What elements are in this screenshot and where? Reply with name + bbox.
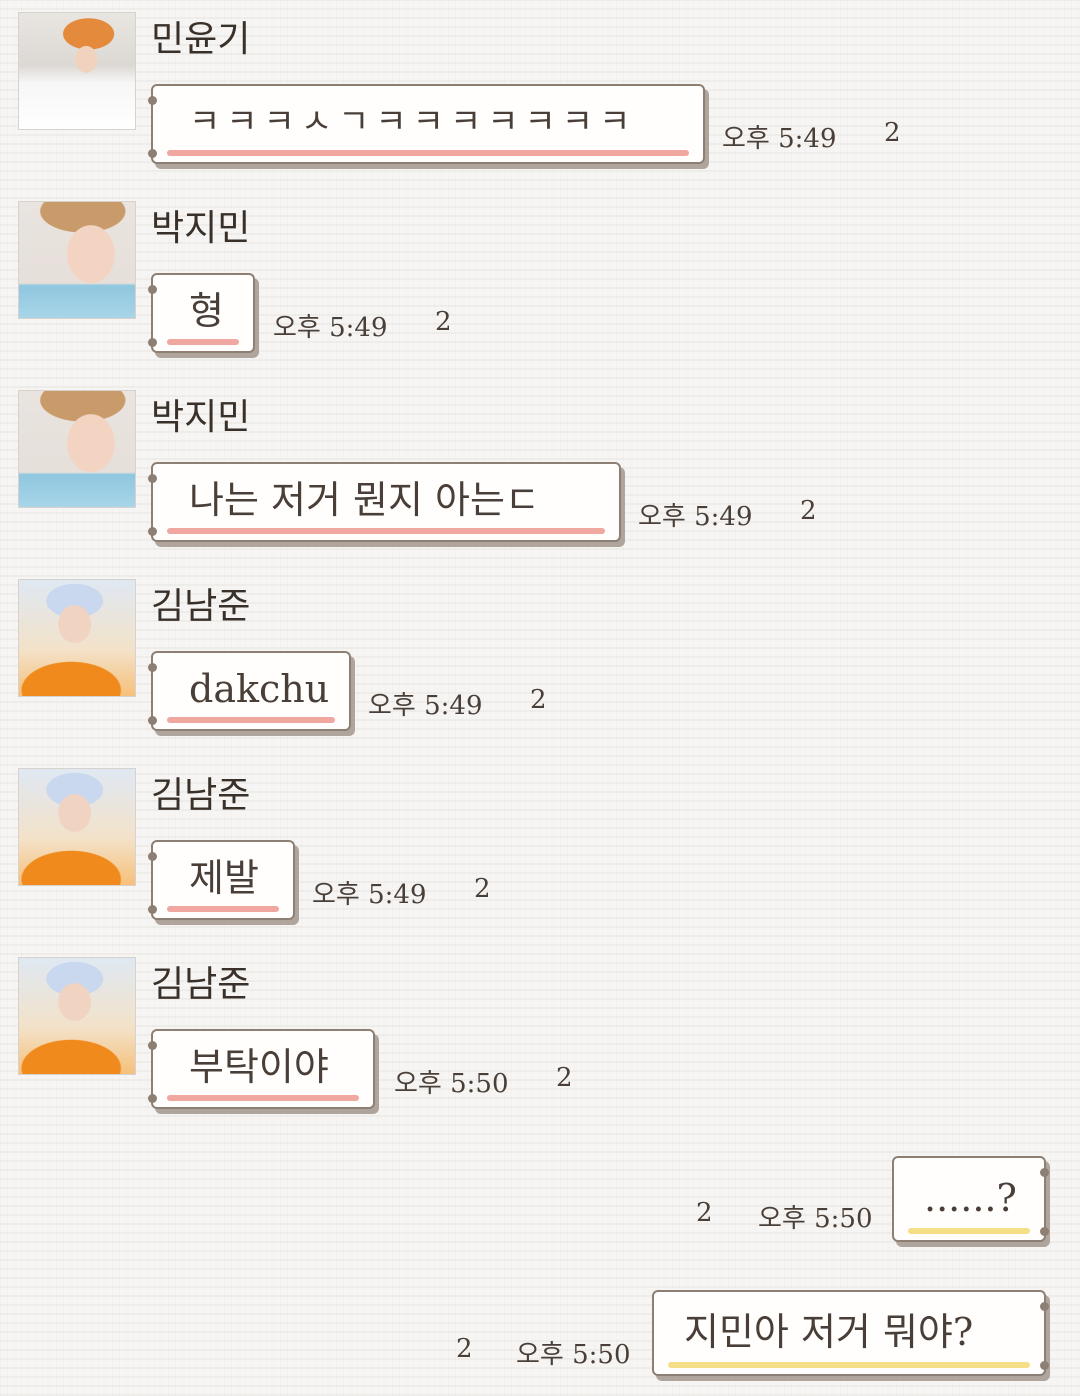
unread-count: 2 — [435, 307, 452, 337]
highlight-underline — [167, 906, 279, 912]
chat-log: 민윤기 ㅋㅋㅋㅅㄱㅋㅋㅋㅋㅋㅋㅋ 오후 5:49 2 박지민 형 오후 5:49… — [0, 0, 1080, 1396]
unread-count: 2 — [456, 1334, 473, 1364]
highlight-underline — [167, 339, 239, 345]
avatar[interactable] — [18, 390, 136, 508]
highlight-underline — [908, 1228, 1030, 1234]
message-row: 박지민 나는 저거 뭔지 아는ㄷ 오후 5:49 2 — [0, 390, 1080, 560]
message-text: ......? — [924, 1176, 1017, 1220]
avatar[interactable] — [18, 12, 136, 130]
sender-name: 박지민 — [151, 208, 251, 249]
message-row: 김남준 제발 오후 5:49 2 — [0, 768, 1080, 938]
outgoing-message-row: 2 오후 5:50 ......? — [0, 1156, 1080, 1256]
message-text: dakchu — [189, 667, 330, 711]
highlight-underline — [167, 1095, 359, 1101]
message-bubble[interactable]: dakchu — [148, 651, 351, 731]
sender-name: 김남준 — [151, 775, 251, 816]
outgoing-message-row: 2 오후 5:50 지민아 저거 뭐야? — [0, 1290, 1080, 1390]
message-time: 오후 5:49 — [273, 313, 388, 343]
message-text: 나는 저거 뭔지 아는ㄷ — [189, 478, 540, 522]
message-time: 오후 5:49 — [368, 691, 483, 721]
message-text: 부탁이야 — [189, 1045, 329, 1089]
message-bubble[interactable]: 형 — [148, 273, 255, 353]
message-text: 형 — [189, 289, 224, 333]
sender-name: 김남준 — [151, 964, 251, 1005]
message-bubble[interactable]: 부탁이야 — [148, 1029, 375, 1109]
unread-count: 2 — [530, 685, 547, 715]
highlight-underline — [167, 528, 605, 534]
message-bubble[interactable]: 제발 — [148, 840, 295, 920]
message-bubble[interactable]: 나는 저거 뭔지 아는ㄷ — [148, 462, 621, 542]
message-text: 제발 — [189, 856, 259, 900]
message-row: 김남준 dakchu 오후 5:49 2 — [0, 579, 1080, 749]
avatar[interactable] — [18, 201, 136, 319]
message-time: 오후 5:49 — [638, 502, 753, 532]
sender-name: 민윤기 — [151, 19, 251, 60]
message-bubble[interactable]: ㅋㅋㅋㅅㄱㅋㅋㅋㅋㅋㅋㅋ — [148, 84, 705, 164]
unread-count: 2 — [474, 874, 491, 904]
message-time: 오후 5:50 — [516, 1340, 631, 1370]
highlight-underline — [167, 717, 335, 723]
avatar[interactable] — [18, 579, 136, 697]
message-text: 지민아 저거 뭐야? — [684, 1310, 974, 1354]
message-time: 오후 5:50 — [758, 1204, 873, 1234]
message-row: 김남준 부탁이야 오후 5:50 2 — [0, 957, 1080, 1127]
message-row: 민윤기 ㅋㅋㅋㅅㄱㅋㅋㅋㅋㅋㅋㅋ 오후 5:49 2 — [0, 12, 1080, 182]
avatar[interactable] — [18, 768, 136, 886]
avatar[interactable] — [18, 957, 136, 1075]
message-time: 오후 5:49 — [312, 880, 427, 910]
unread-count: 2 — [884, 118, 901, 148]
message-bubble[interactable]: ......? — [892, 1156, 1049, 1242]
sender-name: 김남준 — [151, 586, 251, 627]
message-bubble[interactable]: 지민아 저거 뭐야? — [652, 1290, 1049, 1376]
highlight-underline — [167, 150, 689, 156]
highlight-underline — [668, 1362, 1030, 1368]
message-text: ㅋㅋㅋㅅㄱㅋㅋㅋㅋㅋㅋㅋ — [189, 102, 637, 142]
unread-count: 2 — [696, 1198, 713, 1228]
message-time: 오후 5:49 — [722, 124, 837, 154]
unread-count: 2 — [800, 496, 817, 526]
message-row: 박지민 형 오후 5:49 2 — [0, 201, 1080, 371]
message-time: 오후 5:50 — [394, 1069, 509, 1099]
unread-count: 2 — [556, 1063, 573, 1093]
sender-name: 박지민 — [151, 397, 251, 438]
